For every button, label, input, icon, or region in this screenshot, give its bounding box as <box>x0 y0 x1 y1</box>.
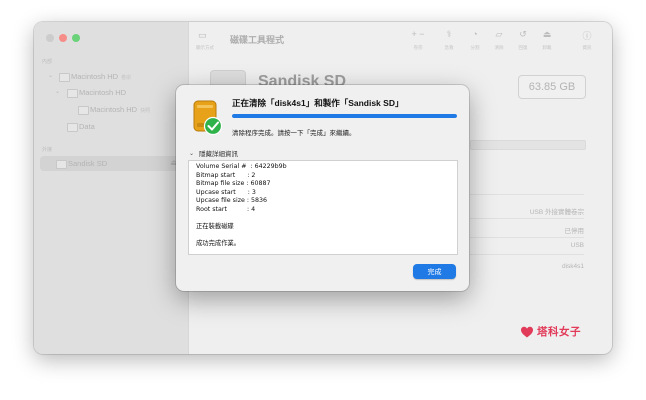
log-line: Upcase start : 3 <box>196 188 256 196</box>
watermark-logo: 塔科女子 <box>520 324 581 339</box>
erase-progress-dialog: 正在清除「disk4s1」和製作「Sandisk SD」 清除程序完成。請按一下… <box>176 85 469 291</box>
progress-bar <box>232 114 457 118</box>
done-button[interactable]: 完成 <box>413 264 456 279</box>
log-line: Volume Serial # : 64229b9b <box>196 163 287 170</box>
progress-fill <box>232 114 457 118</box>
heart-logo-icon <box>521 326 533 337</box>
drive-check-icon <box>193 100 223 136</box>
log-line: Bitmap start : 2 <box>196 171 256 179</box>
log-line: Upcase file size : 5836 <box>196 197 268 205</box>
log-line: 正在裝載磁碟 <box>196 223 234 231</box>
watermark-text: 塔科女子 <box>537 326 581 338</box>
log-line: Bitmap file size : 60887 <box>196 180 271 188</box>
log-line: Root start : 4 <box>196 205 256 213</box>
log-line: 成功完成作業。 <box>196 240 241 248</box>
hide-details-label: 隱藏詳細資訊 <box>199 151 239 158</box>
hide-details-toggle[interactable]: ⌄ 隱藏詳細資訊 <box>189 148 239 159</box>
chevron-down-icon: ⌄ <box>189 150 195 157</box>
dialog-title: 正在清除「disk4s1」和製作「Sandisk SD」 <box>232 98 404 108</box>
dialog-status-text: 清除程序完成。請按一下「完成」來繼續。 <box>232 130 356 137</box>
details-log[interactable]: Volume Serial # : 64229b9b Bitmap start :… <box>188 160 458 255</box>
